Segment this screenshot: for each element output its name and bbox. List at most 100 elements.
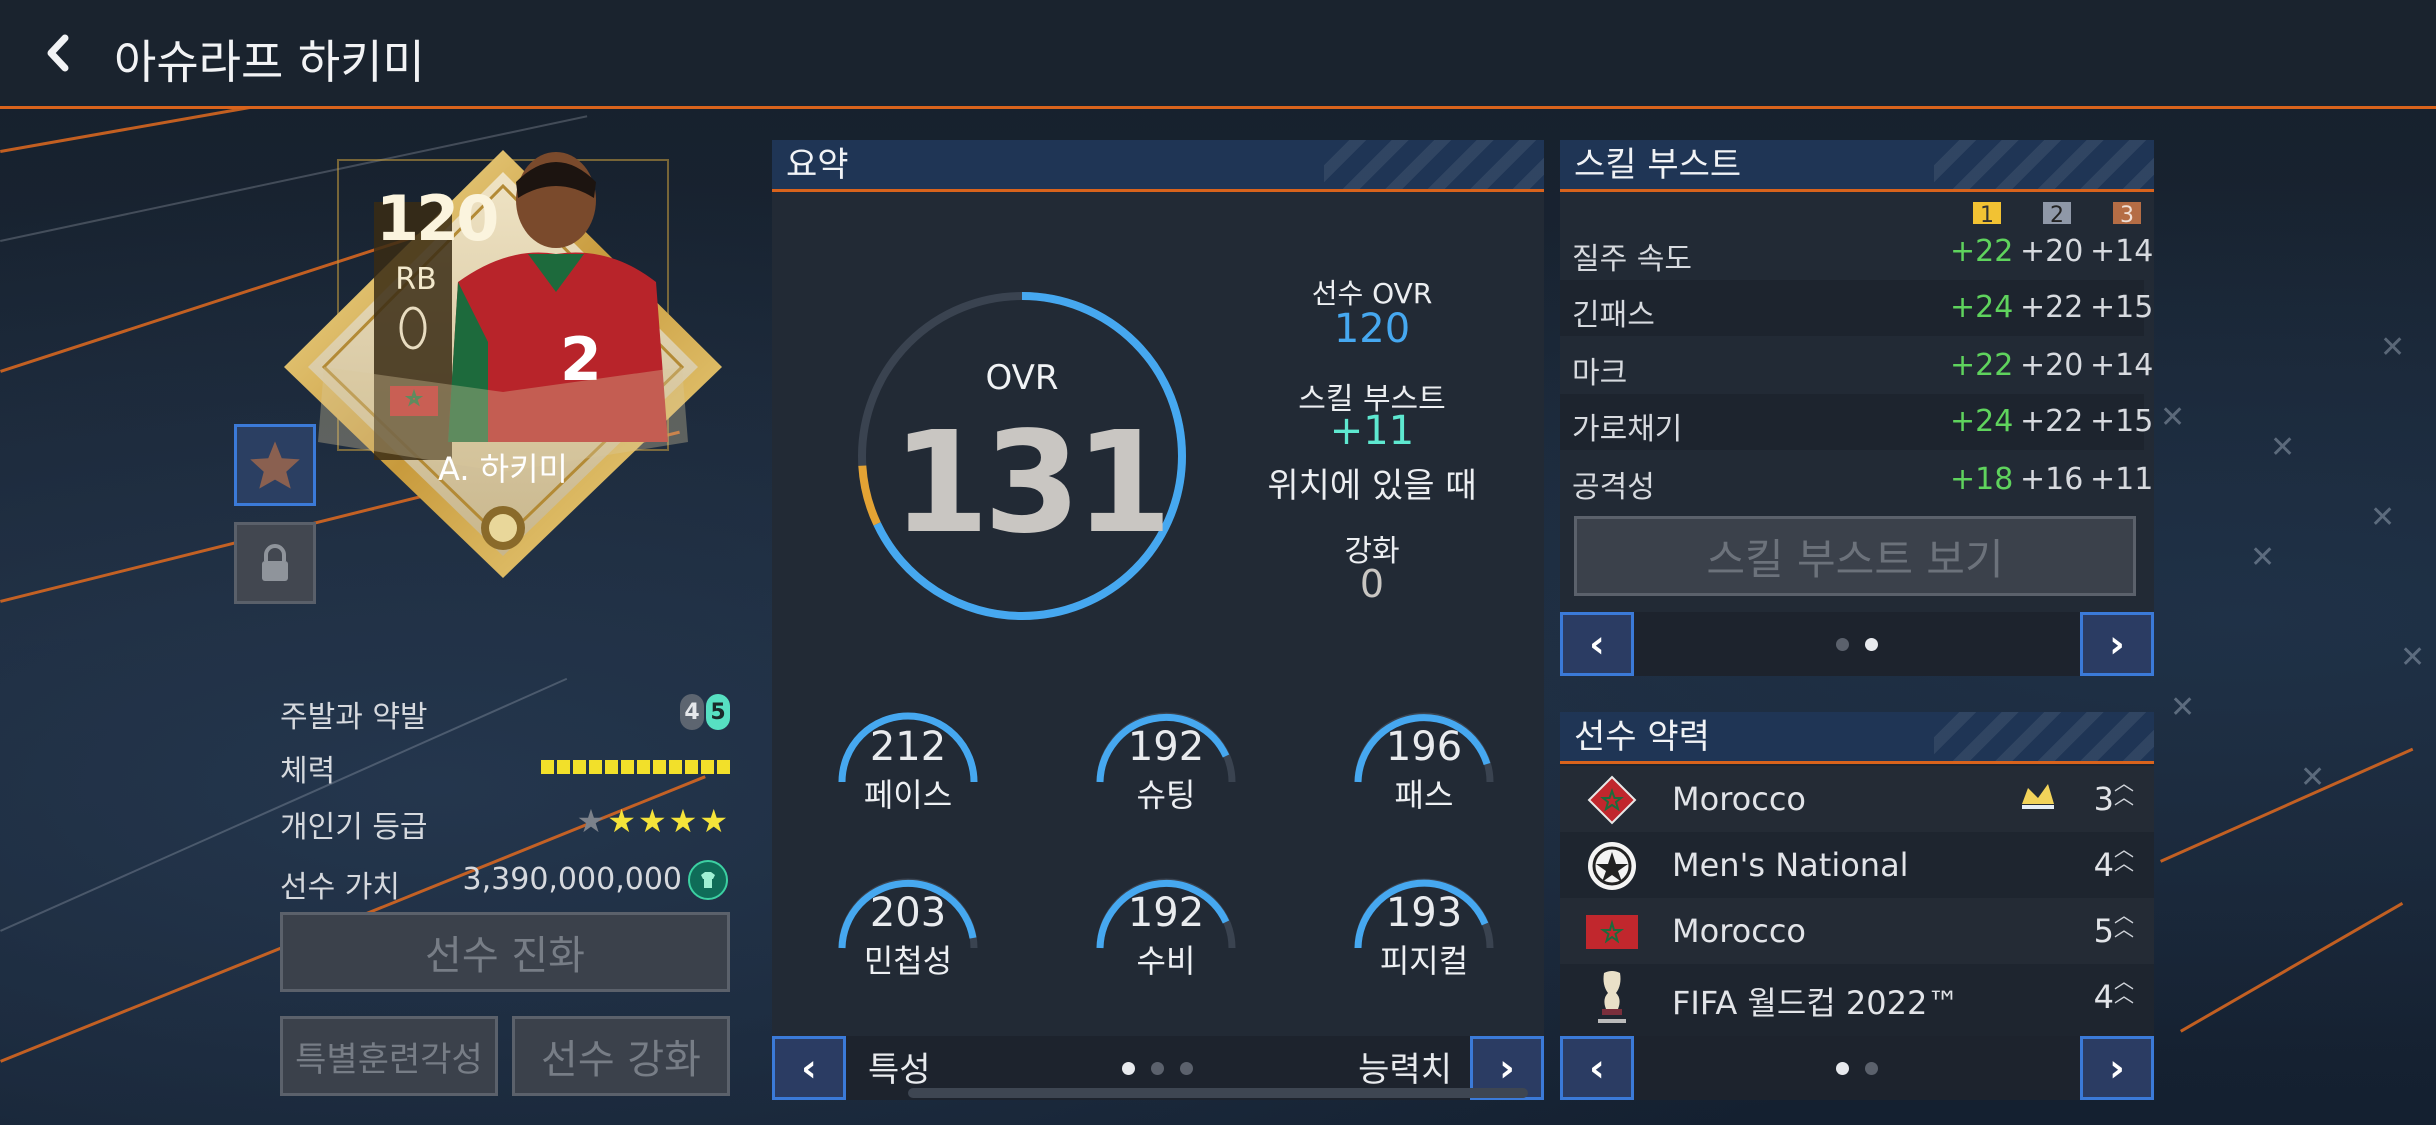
ovr-value: 131 [892,402,1172,565]
passing-value: 196 [1385,724,1463,770]
tier-1-value: +22 [1950,234,2014,269]
top-bar: 아슈라프 하키미 [0,0,2436,109]
card-ovr: 120 [376,182,499,255]
chemistry-prev-button[interactable]: ‹ [1560,1036,1634,1100]
defending-label: 수비 [1136,942,1196,980]
shooting-value: 192 [1127,724,1205,770]
stamina-row: 체력 [280,746,730,789]
value-row: 선수 가치 3,390,000,000 [280,860,730,905]
morocco-team-icon [1586,774,1638,826]
value-label: 선수 가치 [280,870,400,905]
player-value: 3,390,000,000 [462,862,682,897]
ovr-label: OVR [985,358,1059,398]
chemistry-name: Morocco [1672,780,1806,818]
chemistry-row[interactable]: FIFA 월드컵 2022™ 4 ︿ ︿ [1560,964,2154,1030]
summary-header: 요약 [772,140,1544,192]
chemistry-row[interactable]: Morocco 5 ︿ ︿ [1560,898,2154,964]
back-button[interactable] [38,30,78,76]
chevron-up-icon: ︿ ︿ [2114,903,2134,941]
lock-button[interactable] [234,522,316,604]
tier-2-value: +20 [2020,348,2084,383]
tier-3-value: +11 [2090,462,2154,497]
physical-value: 193 [1385,890,1463,936]
prev-page-button[interactable]: ‹ [772,1036,846,1100]
page-title: 아슈라프 하키미 [114,35,425,89]
skill-name: 가로채기 [1572,412,1683,447]
player-card[interactable]: 2 120 RB A. 하키미 [278,142,728,582]
agility-value: 203 [869,890,947,936]
chevron-left-icon: ‹ [801,1046,817,1090]
abilities-link[interactable]: 능력치 [1358,1042,1452,1091]
tier-1-value: +24 [1950,290,2014,325]
crown-icon [2018,776,2058,824]
enhance-button[interactable]: 선수 강화 [512,1016,730,1096]
tier-2-value: +20 [2020,234,2084,269]
skill-boost-row: 질주 속도 +22 +20 +14 [1560,224,2153,280]
foot-row: 주발과 약발 4 5 [280,692,730,735]
lock-icon [262,544,288,581]
currency-icon [688,860,728,900]
chemistry-row[interactable]: Morocco 3 ︿ ︿ [1560,766,2154,832]
passing-label: 패스 [1394,776,1454,814]
foot-values: 4 5 [680,694,730,730]
card-frame-graphic: 2 [284,150,722,578]
skill-boost-row: 긴패스 +24 +22 +15 [1560,280,2153,336]
chevron-up-icon: ︿ ︿ [2114,771,2134,809]
chemistry-next-button[interactable]: › [2080,1036,2154,1100]
card-position: RB [395,262,437,297]
skill-name: 긴패스 [1572,298,1655,333]
chemistry-level: 4 [2093,978,2114,1016]
stamina-bar [541,760,730,774]
chevron-up-icon: ︿ ︿ [2114,837,2134,875]
skill-boost-row: 마크 +22 +20 +14 [1560,338,2153,394]
pace-label: 페이스 [863,776,953,814]
traits-link[interactable]: 특성 [868,1042,931,1091]
favorite-button[interactable] [234,424,316,506]
chemistry-name: FIFA 월드컵 2022™ [1672,984,1960,1022]
chevron-left-icon: ‹ [1589,1046,1605,1090]
weak-foot-value: 4 [680,694,704,730]
chevron-right-icon: › [1499,1046,1515,1090]
tier-2-value: +22 [2020,290,2084,325]
tier-3-value: +15 [2090,290,2154,325]
skill-boost-header: 스킬 부스트 [1560,140,2154,192]
chemistry-row[interactable]: Men's National 4 ︿ ︿ [1560,832,2154,898]
chemistry-level: 5 [2093,912,2114,950]
chemistry-level: 3 [2093,780,2114,818]
stamina-label: 체력 [280,754,336,789]
skill-boost-next-button[interactable]: › [2080,612,2154,676]
tier-1-value: +18 [1950,462,2014,497]
skill-boost-title: 스킬 부스트 [1574,145,1742,185]
chemistry-name: Morocco [1672,912,1806,950]
evolve-button[interactable]: 선수 진화 [280,912,730,992]
star-icon [250,441,300,489]
page-dots [1122,1062,1193,1075]
scrollbar[interactable] [908,1088,1528,1098]
popularity-row: 개인기 등급 ★★★★★ [280,802,730,845]
physical-label: 피지컬 [1379,942,1469,980]
skill-boost-prev-button[interactable]: ‹ [1560,612,1634,676]
tier-2-value: +16 [2020,462,2084,497]
chevron-right-icon: › [2109,1046,2125,1090]
skill-boost-view-button[interactable]: 스킬 부스트 보기 [1574,516,2136,596]
chemistry-page-dots [1836,1062,1878,1075]
chemistry-title: 선수 약력 [1574,717,1710,757]
player-ovr-value: 120 [1333,306,1411,352]
chemistry-name: Men's National [1672,846,1909,884]
skill-boost-row: 공격성 +18 +16 +11 [1560,452,2153,508]
chevron-left-icon [47,34,69,72]
popularity-label: 개인기 등급 [280,810,428,845]
skill-boost-row: 가로채기 +24 +22 +15 [1560,394,2153,450]
skill-name: 마크 [1572,356,1628,391]
world-cup-trophy-icon [1586,971,1638,1024]
strong-foot-value: 5 [706,694,730,730]
tier-1-value: +22 [1950,348,2014,383]
chemistry-header: 선수 약력 [1560,712,2154,764]
agility-label: 민첩성 [863,942,953,980]
tier-3-value: +14 [2090,234,2154,269]
pace-value: 212 [869,724,947,770]
chemistry-level: 4 [2093,846,2114,884]
morocco-flag-icon [1586,906,1638,958]
position-note: 위치에 있을 때 [1267,466,1477,506]
special-training-button[interactable]: 특별훈련각성 [280,1016,498,1096]
